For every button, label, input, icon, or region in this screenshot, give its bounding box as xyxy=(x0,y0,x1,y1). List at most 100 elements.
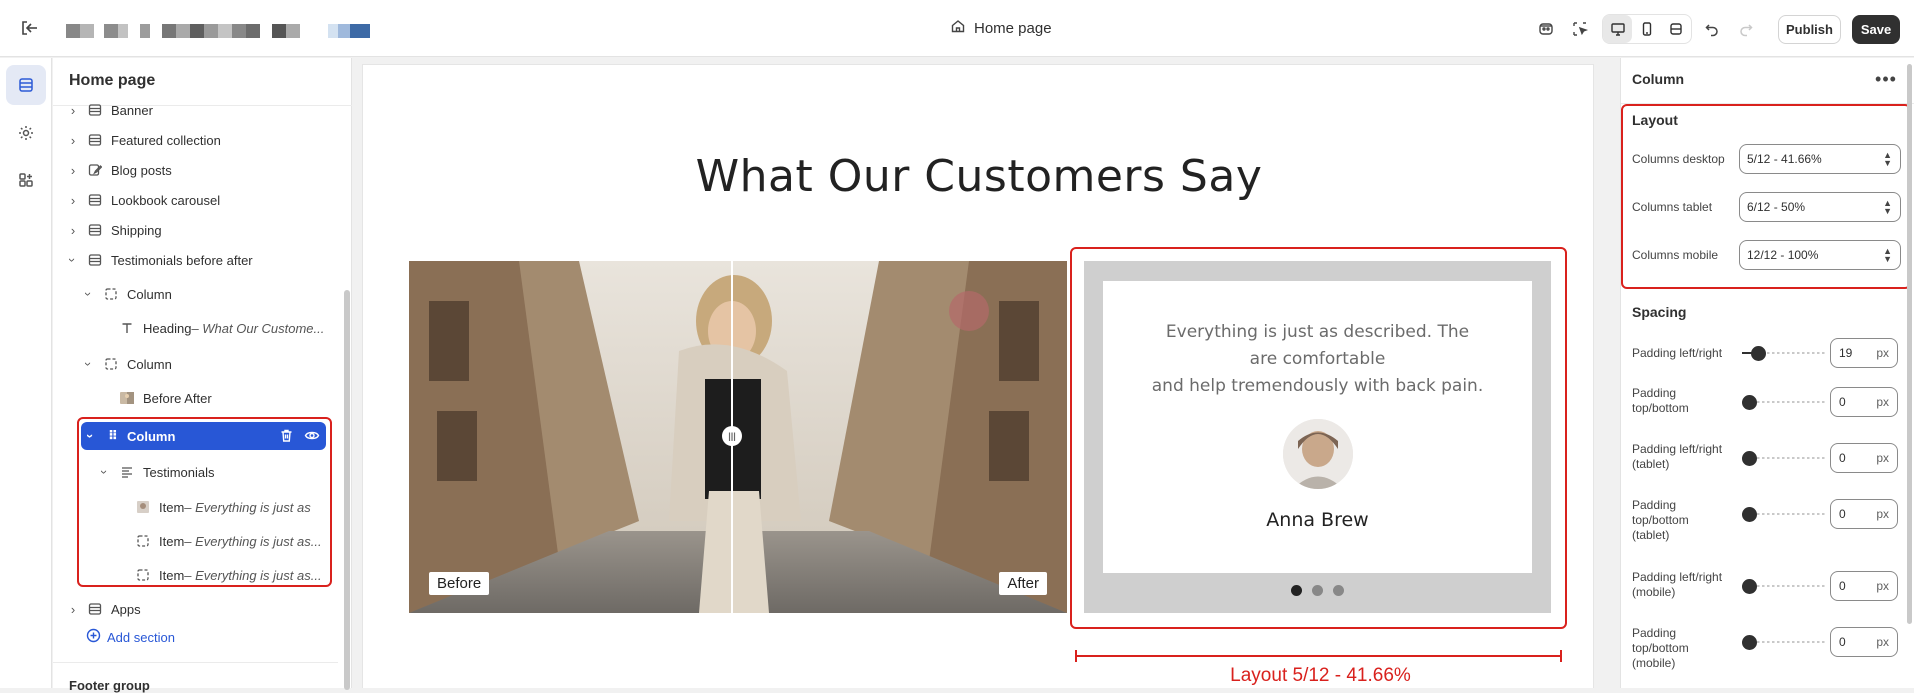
tree-item-label: Column xyxy=(127,356,172,372)
mobile-icon[interactable] xyxy=(1632,15,1661,43)
tree-item-testimonials-before-after[interactable]: › Testimonials before after xyxy=(66,249,253,271)
tree-item-heading[interactable]: Heading – What Our Custome... xyxy=(119,317,324,339)
redo-icon[interactable] xyxy=(1733,16,1759,42)
carousel-dot[interactable] xyxy=(1333,585,1344,596)
add-section-button[interactable]: Add section xyxy=(86,628,175,646)
ai-assistant-icon[interactable] xyxy=(1533,16,1559,42)
testimonials-column[interactable]: Everything is just as described. The are… xyxy=(1084,261,1551,613)
tree-item-column-1[interactable]: › Column xyxy=(82,283,172,305)
tree-item-shipping[interactable]: › Shipping xyxy=(67,219,162,241)
section-heading[interactable]: What Our Customers Say xyxy=(363,151,1595,202)
padding-slider[interactable] xyxy=(1742,394,1826,410)
padding-slider[interactable] xyxy=(1742,450,1826,466)
publish-button[interactable]: Publish xyxy=(1778,15,1841,44)
tree-item-apps[interactable]: › Apps xyxy=(67,598,141,620)
testimonial-author: Anna Brew xyxy=(1266,509,1369,531)
undo-icon[interactable] xyxy=(1699,16,1725,42)
gear-icon[interactable] xyxy=(6,113,46,153)
exit-icon[interactable] xyxy=(18,17,40,39)
tree-item-label: Before After xyxy=(143,390,212,406)
tree-item-featured-collection[interactable]: › Featured collection xyxy=(67,129,221,151)
settings-scrollbar[interactable] xyxy=(1907,64,1912,624)
unit-label: px xyxy=(1876,635,1889,649)
carousel-dot[interactable] xyxy=(1291,585,1302,596)
padding-input[interactable]: 0 px xyxy=(1830,571,1898,601)
tree-item-lookbook-carousel[interactable]: › Lookbook carousel xyxy=(67,189,220,211)
divider xyxy=(53,662,338,663)
sections-icon[interactable] xyxy=(6,65,46,105)
chevron-down-icon[interactable]: › xyxy=(66,254,81,266)
unit-label: px xyxy=(1876,451,1889,465)
settings-title: Column xyxy=(1632,71,1685,87)
columns-desktop-select[interactable]: 5/12 - 41.66% ▲ ▼ xyxy=(1739,144,1901,174)
chevron-right-icon[interactable]: › xyxy=(67,193,79,208)
chevron-right-icon[interactable]: › xyxy=(67,602,79,617)
apps-icon[interactable] xyxy=(6,160,46,200)
section-icon xyxy=(87,252,103,268)
slider-thumb[interactable] xyxy=(1742,395,1757,410)
quote-line: and help tremendously with back pain. xyxy=(1151,376,1484,396)
carousel-dots xyxy=(1084,585,1551,596)
tree-item-banner[interactable]: › Banner xyxy=(67,99,153,121)
select-value: 6/12 - 50% xyxy=(1747,200,1806,214)
input-value: 0 xyxy=(1839,507,1846,521)
tree-item-before-after[interactable]: Before After xyxy=(119,387,212,409)
slider-handle[interactable]: ||| xyxy=(722,426,742,446)
chevron-right-icon[interactable]: › xyxy=(67,163,79,178)
page-selector[interactable]: Home page xyxy=(950,18,1052,38)
padding-slider[interactable] xyxy=(1742,634,1826,650)
columns-mobile-label: Columns mobile xyxy=(1632,248,1719,262)
columns-mobile-select[interactable]: 12/12 - 100% ▲ ▼ xyxy=(1739,240,1901,270)
fullscreen-icon[interactable] xyxy=(1662,15,1691,43)
settings-panel: Column ••• Layout Columns desktop 5/12 -… xyxy=(1620,58,1914,688)
testimonial-quote: Everything is just as described. The are… xyxy=(1103,319,1532,400)
columns-tablet-select[interactable]: 6/12 - 50% ▲ ▼ xyxy=(1739,192,1901,222)
input-value: 0 xyxy=(1839,451,1846,465)
before-after-slider[interactable]: ||| Before After xyxy=(409,261,1067,613)
section-icon xyxy=(87,222,103,238)
preview-canvas: What Our Customers Say ||| Before After … xyxy=(362,64,1594,688)
slider-thumb[interactable] xyxy=(1751,346,1766,361)
chevron-down-icon[interactable]: › xyxy=(82,358,97,370)
padding-label: Padding top/bottom (tablet) xyxy=(1632,498,1689,542)
sidebar-scrollbar[interactable] xyxy=(344,290,350,690)
slider-thumb[interactable] xyxy=(1742,507,1757,522)
more-icon[interactable]: ••• xyxy=(1873,68,1899,90)
carousel-dot[interactable] xyxy=(1312,585,1323,596)
chevron-down-icon[interactable]: › xyxy=(82,288,97,300)
unit-label: px xyxy=(1876,579,1889,593)
chevron-right-icon[interactable]: › xyxy=(67,133,79,148)
padding-slider[interactable] xyxy=(1742,578,1826,594)
section-icon xyxy=(87,192,103,208)
padding-slider[interactable] xyxy=(1742,506,1826,522)
padding-input[interactable]: 19 px xyxy=(1830,338,1898,368)
columns-desktop-label: Columns desktop xyxy=(1632,152,1725,166)
layout-measure-label: Layout 5/12 - 41.66% xyxy=(1230,665,1411,686)
select-arrows-icon: ▲ ▼ xyxy=(1883,150,1892,168)
section-icon xyxy=(87,132,103,148)
slider-thumb[interactable] xyxy=(1742,579,1757,594)
padding-label: Padding top/bottom xyxy=(1632,386,1689,415)
padding-slider[interactable] xyxy=(1742,345,1826,361)
tree-item-sub: – What Our Custome... xyxy=(191,320,325,336)
chevron-right-icon[interactable]: › xyxy=(67,103,79,118)
slider-thumb[interactable] xyxy=(1742,451,1757,466)
padding-input[interactable]: 0 px xyxy=(1830,387,1898,417)
padding-input[interactable]: 0 px xyxy=(1830,627,1898,657)
save-button[interactable]: Save xyxy=(1852,15,1900,44)
slider-thumb[interactable] xyxy=(1742,635,1757,650)
tree-item-blog-posts[interactable]: › Blog posts xyxy=(67,159,172,181)
column-icon xyxy=(103,356,119,372)
chevron-right-icon[interactable]: › xyxy=(67,223,79,238)
footer-group-heading: Footer group xyxy=(69,678,150,693)
padding-input[interactable]: 0 px xyxy=(1830,443,1898,473)
padding-input[interactable]: 0 px xyxy=(1830,499,1898,529)
tree-item-label: Banner xyxy=(111,102,153,118)
tree-item-column-2[interactable]: › Column xyxy=(82,353,172,375)
inspector-icon[interactable] xyxy=(1567,16,1593,42)
blog-icon xyxy=(87,162,103,178)
sidebar-title: Home page xyxy=(69,72,156,89)
input-value: 0 xyxy=(1839,579,1846,593)
desktop-icon[interactable] xyxy=(1603,15,1633,43)
device-switcher xyxy=(1602,14,1692,44)
